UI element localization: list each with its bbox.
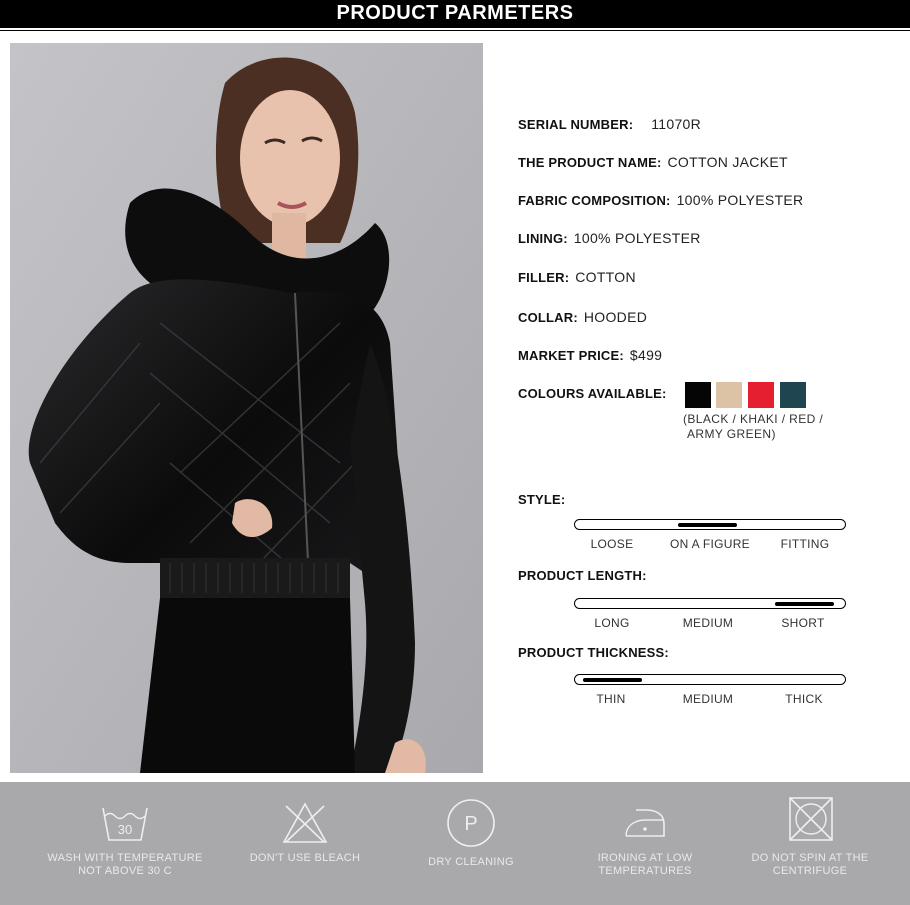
spec-lining: LINING: 100% POLYESTER: [518, 230, 701, 246]
spec-collar: COLLAR: HOODED: [518, 309, 647, 325]
length-scale-fill: [774, 601, 835, 606]
swatch-army-green[interactable]: [780, 382, 806, 408]
model-illustration: [10, 43, 483, 773]
no-spin-icon: [789, 797, 833, 841]
length-tick-medium: MEDIUM: [682, 616, 734, 630]
spec-fabric: FABRIC COMPOSITION: 100% POLYESTER: [518, 192, 803, 208]
style-tick-fitting: FITTING: [780, 537, 830, 551]
style-label: STYLE:: [518, 492, 566, 507]
care-wash-line2: NOT ABOVE 30 C: [78, 865, 172, 877]
dry-clean-badge: P: [464, 813, 477, 835]
spec-value: $499: [629, 347, 663, 363]
swatch-red[interactable]: [748, 382, 774, 408]
spec-value: COTTON: [575, 269, 636, 285]
spec-value: 100% POLYESTER: [676, 192, 804, 208]
care-spin-line2: CENTRIFUGE: [772, 865, 848, 877]
header-bar: PRODUCT PARMETERS: [0, 0, 910, 28]
colour-note-line1: (BLACK / KHAKI / RED /: [683, 412, 824, 426]
thickness-scale-fill: [583, 677, 643, 682]
care-instructions: 30 WASH WITH TEMPERATURE NOT ABOVE 30 C …: [0, 782, 910, 905]
thickness-label: PRODUCT THICKNESS:: [518, 645, 669, 660]
style-tick-on-a-figure: ON A FIGURE: [670, 537, 750, 551]
length-scale: [574, 598, 846, 609]
length-tick-short: SHORT: [781, 616, 825, 630]
spec-value: COTTON JACKET: [667, 154, 788, 170]
spec-value: 11070R: [651, 116, 702, 132]
length-label: PRODUCT LENGTH:: [518, 568, 647, 583]
swatch-black[interactable]: [685, 382, 711, 408]
spec-value: HOODED: [583, 309, 648, 325]
spec-colours: COLOURS AVAILABLE:: [518, 386, 667, 401]
spec-key: MARKET PRICE:: [518, 348, 624, 363]
length-tick-long: LONG: [594, 616, 630, 630]
iron-low-icon: [625, 809, 665, 837]
care-spin-line1: DO NOT SPIN AT THE: [751, 852, 869, 864]
colour-note: (BLACK / KHAKI / RED / ARMY GREEN): [683, 412, 863, 442]
care-iron-line2: TEMPERATURES: [598, 865, 692, 877]
care-dry-clean-line1: DRY CLEANING: [428, 856, 514, 868]
dry-clean-icon: P: [447, 799, 495, 847]
spec-key: FILLER:: [518, 270, 570, 285]
style-tick-loose: LOOSE: [590, 537, 634, 551]
spec-value: 100% POLYESTER: [573, 230, 701, 246]
model-photo: [10, 43, 483, 773]
spec-key: LINING:: [518, 231, 568, 246]
spec-name: THE PRODUCT NAME: COTTON JACKET: [518, 154, 788, 170]
spec-serial: SERIAL NUMBER: 11070R: [518, 116, 701, 132]
colour-note-line2: ARMY GREEN): [687, 427, 776, 441]
wash-30-icon: 30: [102, 807, 148, 841]
spec-key: THE PRODUCT NAME:: [518, 155, 662, 170]
swatch-khaki[interactable]: [716, 382, 742, 408]
spec-key: SERIAL NUMBER:: [518, 117, 634, 132]
thickness-tick-thin: THIN: [596, 692, 626, 706]
header-divider: [0, 30, 910, 31]
thickness-tick-medium: MEDIUM: [682, 692, 734, 706]
spec-filler: FILLER: COTTON: [518, 269, 636, 285]
thickness-scale: [574, 674, 846, 685]
thickness-tick-thick: THICK: [785, 692, 823, 706]
style-scale: [574, 519, 846, 530]
spec-key: COLOURS AVAILABLE:: [518, 386, 667, 401]
spec-key: FABRIC COMPOSITION:: [518, 193, 671, 208]
no-bleach-icon: [282, 802, 328, 843]
spec-key: COLLAR:: [518, 310, 578, 325]
care-wash-line1: WASH WITH TEMPERATURE: [47, 852, 203, 864]
care-iron-line1: IRONING AT LOW: [597, 852, 693, 864]
care-bleach-line1: DON'T USE BLEACH: [249, 852, 361, 864]
page-title: PRODUCT PARMETERS: [336, 2, 574, 24]
wash-temperature-badge: 30: [118, 822, 132, 837]
spec-price: MARKET PRICE: $499: [518, 347, 662, 363]
style-scale-fill: [677, 522, 737, 527]
